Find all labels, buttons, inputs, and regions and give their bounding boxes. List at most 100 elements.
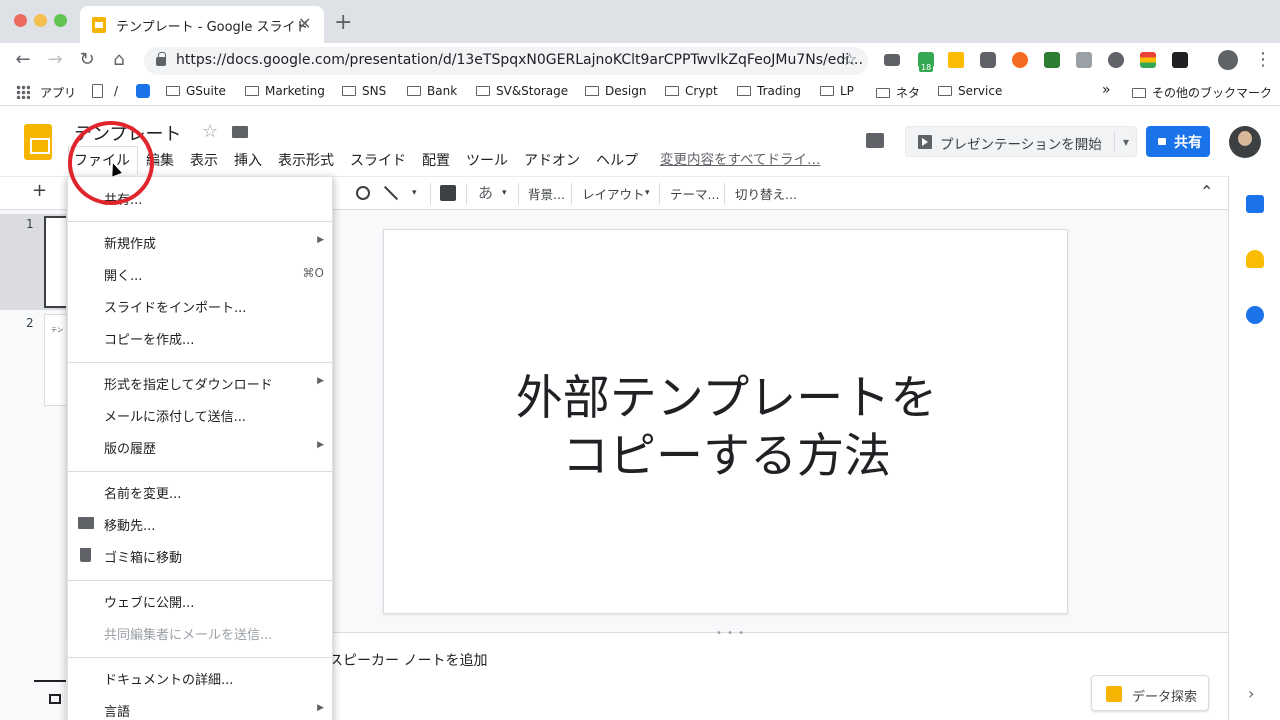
menu-item-language[interactable]: 言語 ▶ (68, 695, 334, 720)
bookmark-apps[interactable]: アプリ (40, 84, 76, 101)
forward-icon[interactable]: → (44, 49, 66, 70)
theme-button[interactable]: テーマ... (670, 184, 719, 203)
slide-thumbnail-1[interactable] (44, 216, 68, 308)
new-slide-button[interactable]: + (32, 180, 47, 201)
camera-extension-icon[interactable] (980, 52, 996, 68)
menu-item-make-copy[interactable]: コピーを作成... (68, 323, 334, 353)
line-icon[interactable] (383, 185, 399, 201)
reload-icon[interactable]: ↻ (76, 49, 98, 70)
menu-item-trash[interactable]: ゴミ箱に移動 (68, 541, 334, 571)
explore-button[interactable]: データ探索 (1091, 675, 1209, 711)
bookmark-folder-design[interactable]: Design (585, 84, 646, 98)
bookmark-folder-gsuite[interactable]: GSuite (166, 84, 226, 98)
account-avatar[interactable] (1229, 126, 1261, 158)
back-icon[interactable]: ← (12, 49, 34, 70)
menu-item-email-attachment[interactable]: メールに添付して送信... (68, 400, 334, 430)
layout-button[interactable]: レイアウト (582, 184, 645, 203)
share-button[interactable]: 共有 (1146, 126, 1210, 157)
comment-icon[interactable] (866, 133, 884, 148)
menu-item-open[interactable]: 開く... ⌘O (68, 259, 334, 289)
transition-button[interactable]: 切り替え... (735, 184, 797, 203)
menu-item-move[interactable]: 移動先... (68, 509, 334, 539)
bookmark-folder-svstorage[interactable]: SV&Storage (476, 84, 568, 98)
slide-thumbnail-2[interactable]: テン (44, 314, 68, 406)
color-extension-icon[interactable] (1140, 52, 1156, 68)
collapse-toolbar-icon[interactable]: ⌃ (1200, 182, 1213, 201)
zoom-window-button[interactable] (54, 14, 67, 27)
code-extension-icon[interactable] (1076, 52, 1092, 68)
gmail-extension-icon[interactable] (884, 54, 900, 66)
line-caret-icon[interactable]: ▾ (412, 188, 417, 198)
last-edit-link[interactable]: 変更内容をすべてドライ… (660, 148, 821, 168)
recycle-extension-icon[interactable] (1108, 52, 1124, 68)
url-text[interactable]: https://docs.google.com/presentation/d/1… (176, 52, 863, 68)
shape-icon[interactable] (356, 186, 370, 200)
menu-insert[interactable]: 挿入 (234, 150, 262, 170)
menu-slide[interactable]: スライド (350, 150, 406, 170)
menu-item-new[interactable]: 新規作成 ▶ (68, 227, 334, 257)
keep-icon[interactable] (1246, 250, 1264, 268)
bookmark-folder-service[interactable]: Service (938, 84, 1002, 98)
bookmark-star-icon[interactable]: ☆ (842, 50, 857, 70)
bookmark-slash[interactable]: / (114, 84, 118, 98)
drive-extension-icon[interactable] (948, 52, 964, 68)
menu-item-version-history[interactable]: 版の履歴 ▶ (68, 432, 334, 462)
minimize-window-button[interactable] (34, 14, 47, 27)
layout-caret-icon[interactable]: ▾ (645, 188, 650, 198)
drag-handle-icon[interactable]: • • • (716, 628, 745, 639)
browser-tab[interactable]: テンプレート - Google スライド ✕ (80, 6, 324, 43)
menu-item-import-slides[interactable]: スライドをインポート... (68, 291, 334, 321)
menu-item-document-details[interactable]: ドキュメントの詳細... (68, 663, 334, 693)
lock-icon[interactable] (156, 52, 166, 66)
menu-help[interactable]: ヘルプ (596, 150, 638, 170)
bookmark-folder-sns[interactable]: SNS (342, 84, 386, 98)
menu-arrange[interactable]: 配置 (422, 150, 450, 170)
chevron-right-icon[interactable]: › (1248, 684, 1254, 703)
grid-view-icon[interactable] (49, 694, 61, 704)
bookmarks-overflow-button[interactable]: » (1102, 82, 1111, 98)
bookmark-folder-crypt[interactable]: Crypt (665, 84, 718, 98)
present-button[interactable]: プレゼンテーションを開始 ▾ (905, 126, 1137, 157)
move-folder-icon[interactable] (232, 126, 248, 138)
bookmark-folder-marketing[interactable]: Marketing (245, 84, 325, 98)
bookmark-folder-trading[interactable]: Trading (737, 84, 801, 98)
add-comment-icon[interactable] (440, 185, 456, 201)
b-extension-icon[interactable] (1012, 52, 1028, 68)
page-icon[interactable] (92, 84, 103, 98)
new-tab-button[interactable]: + (334, 12, 352, 34)
bookmark-folder-bank[interactable]: Bank (407, 84, 457, 98)
menu-item-rename[interactable]: 名前を変更... (68, 477, 334, 507)
folder-icon (938, 86, 952, 96)
calendar-icon[interactable] (1246, 195, 1264, 213)
puzzle-icon[interactable] (136, 84, 150, 98)
menu-tools[interactable]: ツール (466, 150, 508, 170)
apps-grid-icon[interactable] (16, 85, 30, 99)
menu-view[interactable]: 表示 (190, 150, 218, 170)
menu-item-publish[interactable]: ウェブに公開... (68, 586, 334, 616)
bookmark-folder-lp[interactable]: LP (820, 84, 854, 98)
menu-item-download[interactable]: 形式を指定してダウンロード ▶ (68, 368, 334, 398)
present-options-caret-icon[interactable]: ▾ (1114, 131, 1129, 153)
menu-addons[interactable]: アドオン (524, 150, 580, 170)
slide-title-text[interactable]: 外部テンプレートを コピーする方法 (384, 370, 1069, 486)
close-window-button[interactable] (14, 14, 27, 27)
background-button[interactable]: 背景... (528, 184, 565, 203)
current-slide[interactable]: 外部テンプレートを コピーする方法 (383, 229, 1068, 614)
input-tools-caret-icon[interactable]: ▾ (502, 188, 507, 198)
address-bar[interactable]: https://docs.google.com/presentation/d/1… (144, 47, 868, 75)
tasks-icon[interactable] (1246, 306, 1264, 324)
other-bookmarks-folder[interactable]: その他のブックマーク (1132, 84, 1272, 101)
browser-menu-icon[interactable]: ⋮ (1252, 49, 1274, 70)
input-tools-button[interactable]: あ (478, 182, 493, 203)
menu-format[interactable]: 表示形式 (278, 150, 334, 170)
speaker-notes-placeholder[interactable]: スピーカー ノートを追加 (329, 650, 487, 670)
terminal-extension-icon[interactable] (1172, 52, 1188, 68)
profile-avatar-icon[interactable] (1218, 50, 1238, 70)
bookmark-folder-neta[interactable]: ネタ (876, 84, 920, 101)
filmstrip-scrollbar[interactable] (34, 680, 66, 682)
close-tab-icon[interactable]: ✕ (298, 14, 311, 33)
home-icon[interactable]: ⌂ (108, 49, 130, 70)
star-icon[interactable]: ☆ (202, 121, 218, 142)
evernote-extension-icon[interactable] (1044, 52, 1060, 68)
slides-logo-icon[interactable] (24, 124, 52, 160)
